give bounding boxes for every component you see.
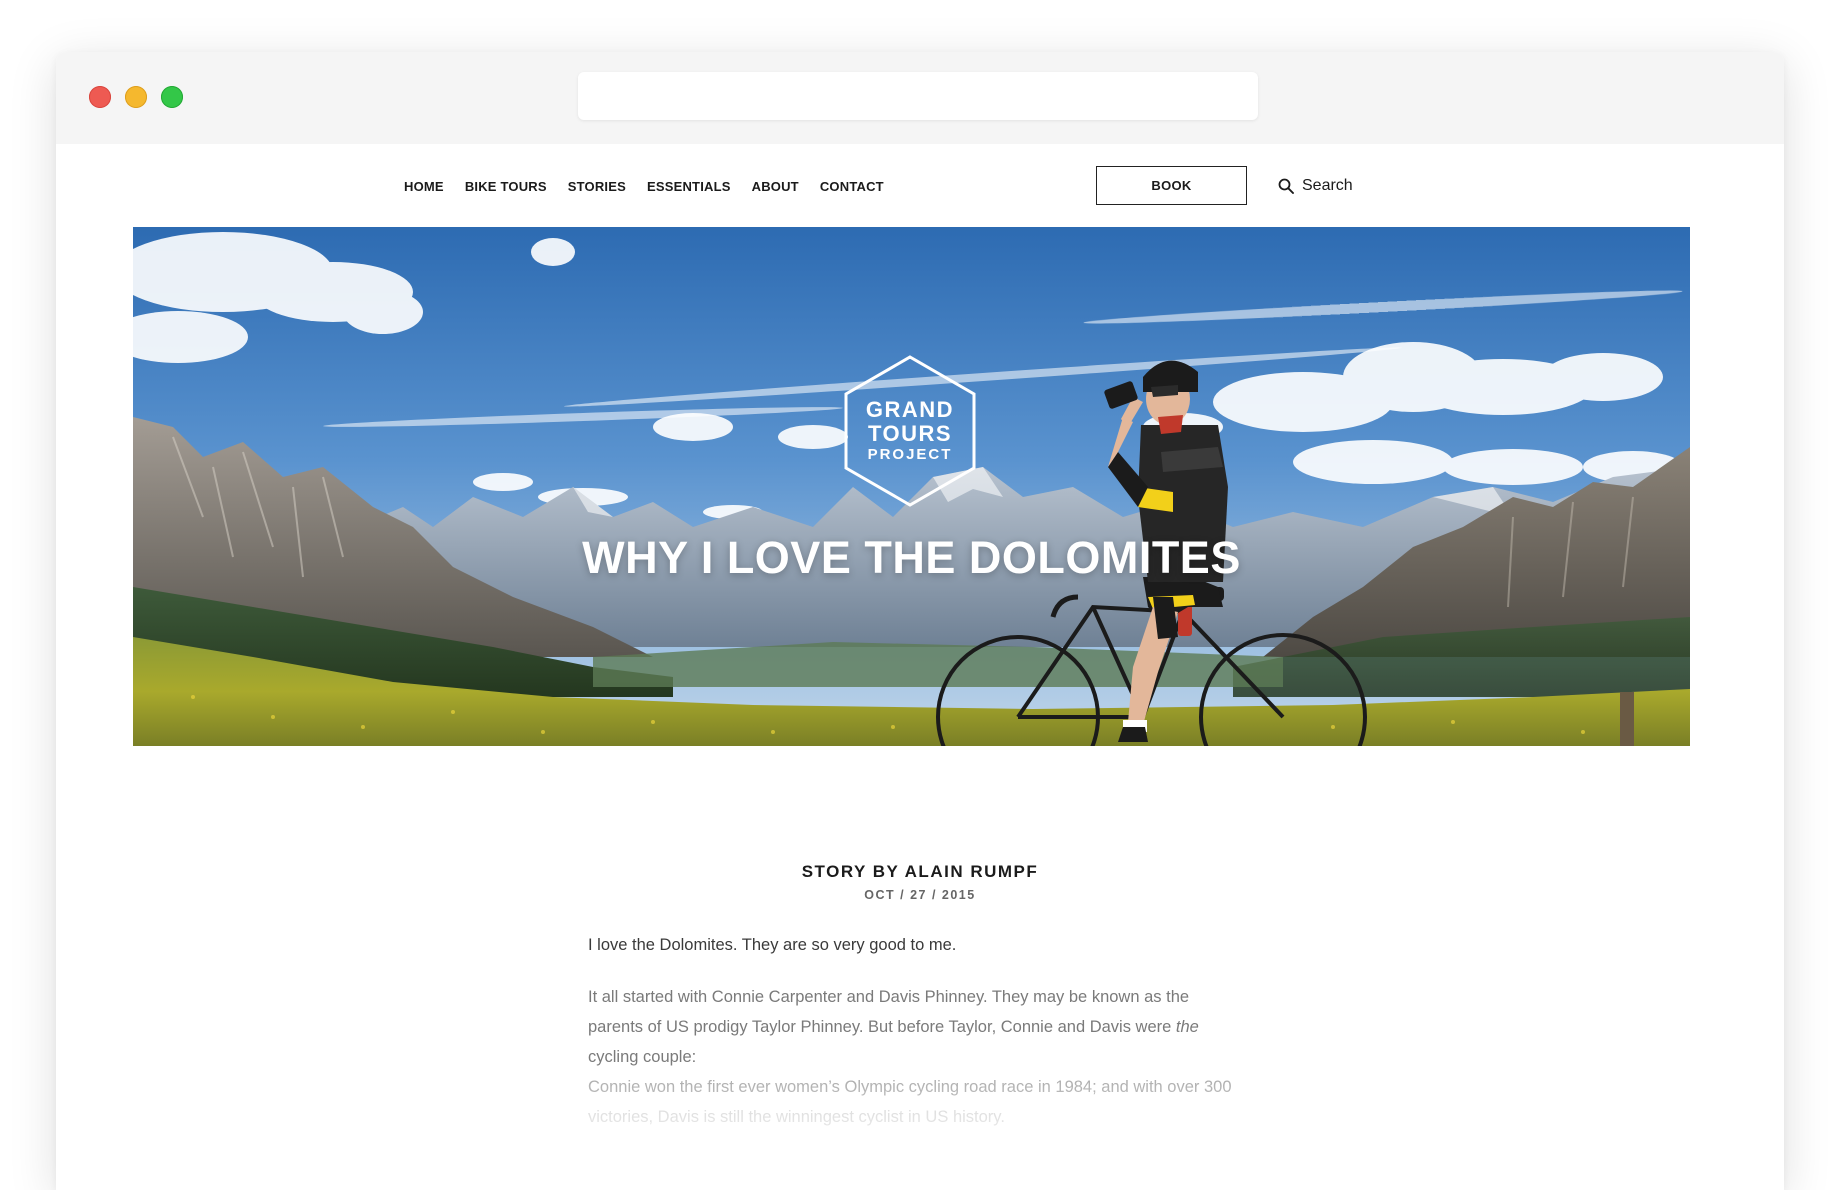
website: HOME BIKE TOURS STORIES ESSENTIALS ABOUT… <box>56 144 1784 1190</box>
nav-about[interactable]: ABOUT <box>752 179 799 194</box>
article-paragraph-text: It all started with Connie Carpenter and… <box>588 988 1190 1036</box>
minimize-window-button[interactable] <box>125 86 147 108</box>
nav-bike-tours[interactable]: BIKE TOURS <box>465 179 547 194</box>
article-paragraph-line3: Connie won the first ever women’s Olympi… <box>588 1078 1232 1096</box>
close-window-button[interactable] <box>89 86 111 108</box>
search-icon <box>1278 178 1294 194</box>
article-paragraph-line4: victories, Davis is still the winningest… <box>588 1108 1005 1126</box>
article-emphasis: the <box>1175 1018 1199 1036</box>
maximize-window-button[interactable] <box>161 86 183 108</box>
article-paragraph-text-cont: cycling couple: <box>588 1048 697 1066</box>
search-label: Search <box>1302 176 1353 194</box>
article-intro: I love the Dolomites. They are so very g… <box>588 936 957 954</box>
nav-home[interactable]: HOME <box>404 179 444 194</box>
nav-contact[interactable]: CONTACT <box>820 179 884 194</box>
story-date: OCT / 27 / 2015 <box>864 888 976 902</box>
browser-window: HOME BIKE TOURS STORIES ESSENTIALS ABOUT… <box>56 52 1784 1190</box>
address-bar[interactable] <box>578 72 1258 120</box>
main-navigation: HOME BIKE TOURS STORIES ESSENTIALS ABOUT… <box>56 144 1784 228</box>
nav-essentials[interactable]: ESSENTIALS <box>647 179 731 194</box>
story-byline: STORY BY ALAIN RUMPF <box>801 862 1039 881</box>
search-button[interactable]: Search <box>1278 166 1353 205</box>
grand-tours-logo: GRAND TOURS PROJECT <box>843 354 977 508</box>
hero-banner: GRAND TOURS PROJECT WHY I LOVE THE DOLOM… <box>133 227 1690 746</box>
nav-links: HOME BIKE TOURS STORIES ESSENTIALS ABOUT… <box>404 144 884 228</box>
logo-text-grand: GRAND <box>865 397 955 422</box>
book-button[interactable]: BOOK <box>1096 166 1247 205</box>
article-paragraph: It all started with Connie Carpenter and… <box>588 982 1248 1132</box>
nav-stories[interactable]: STORIES <box>568 179 626 194</box>
logo-text-project: PROJECT <box>867 446 953 463</box>
browser-titlebar <box>56 52 1784 144</box>
article-body: I love the Dolomites. They are so very g… <box>588 930 1248 1154</box>
hero-title: WHY I LOVE THE DOLOMITES <box>582 532 1241 583</box>
logo-text-tours: TOURS <box>867 421 953 446</box>
